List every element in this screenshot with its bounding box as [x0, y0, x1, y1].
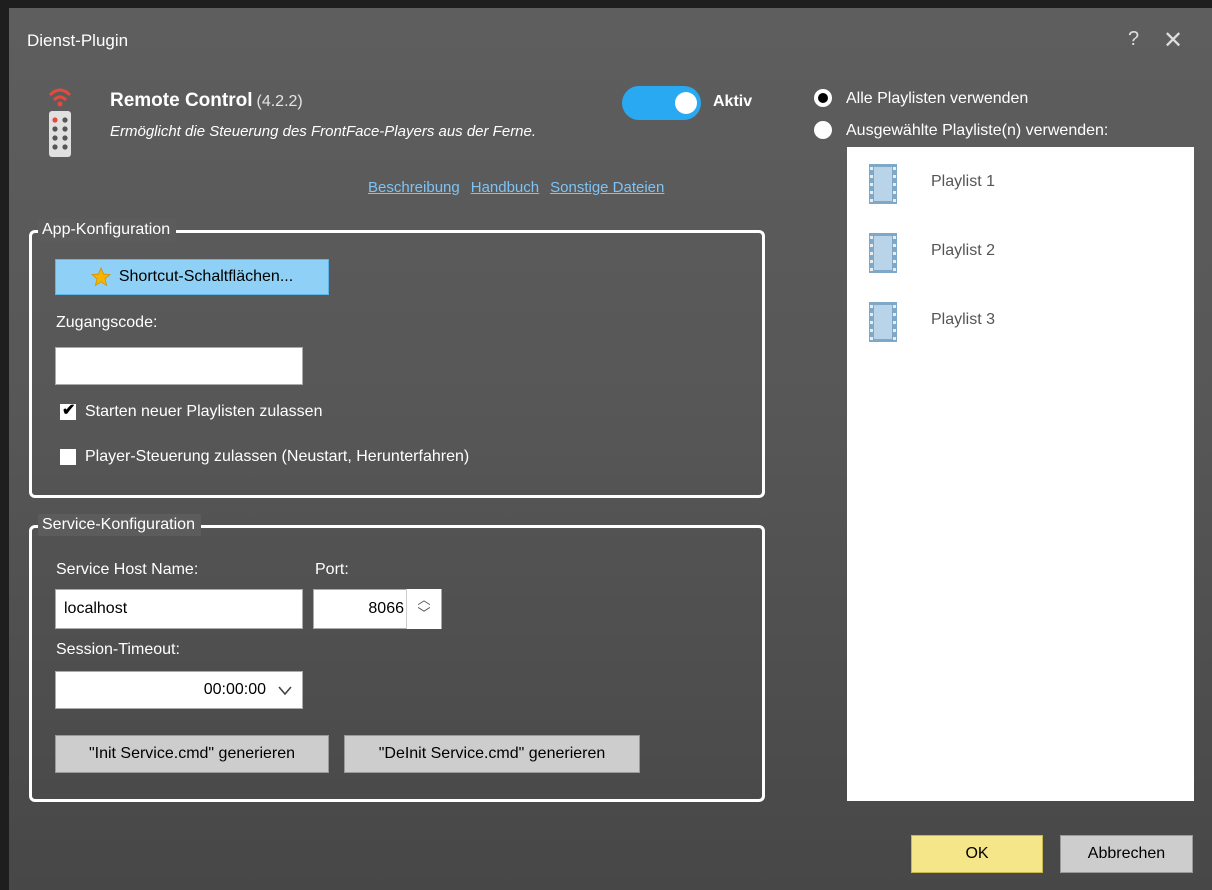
- generate-init-label: "Init Service.cmd" generieren: [88, 745, 296, 762]
- allow-new-playlists-label: Starten neuer Playlisten zulassen: [85, 403, 323, 420]
- selected-playlists-label: Ausgewählte Playliste(n) verwenden:: [846, 122, 1109, 139]
- service-host-input[interactable]: [55, 589, 303, 629]
- remote-control-icon: [48, 88, 72, 157]
- playlist-label: Playlist 2: [931, 242, 996, 259]
- radio-selected-dot: [818, 93, 828, 103]
- toggle-knob: [675, 92, 697, 114]
- cancel-button[interactable]: Abbrechen: [1060, 835, 1193, 873]
- port-label: Port:: [315, 561, 349, 578]
- chevron-up-icon[interactable]: ︿: [407, 589, 441, 607]
- allow-player-control-checkbox[interactable]: [60, 449, 76, 465]
- plugin-name-text: Remote Control: [110, 90, 253, 111]
- help-button[interactable]: ?: [1128, 28, 1139, 51]
- port-stepper[interactable]: ︿ ﹀: [406, 589, 441, 629]
- access-code-label: Zugangscode:: [56, 314, 158, 331]
- checkmark-icon: ✔: [62, 402, 76, 419]
- film-strip-icon: [869, 164, 897, 204]
- playlist-list[interactable]: Playlist 1 Playlist 2 Playlist 3: [847, 147, 1194, 801]
- chevron-down-icon[interactable]: ﹀: [407, 607, 441, 625]
- session-timeout-value: 00:00:00: [203, 681, 266, 698]
- cancel-label: Abbrechen: [1087, 845, 1166, 862]
- app-config-legend: App-Konfiguration: [38, 219, 177, 241]
- playlist-label: Playlist 1: [931, 173, 996, 190]
- shortcut-buttons-label: Shortcut-Schaltflächen...: [118, 268, 294, 285]
- chevron-down-icon: [278, 686, 292, 696]
- port-value: 8066: [368, 600, 404, 617]
- plugin-name: Remote Control (4.2.2): [110, 90, 303, 112]
- active-toggle[interactable]: [622, 86, 701, 120]
- plugin-version: (4.2.2): [256, 93, 303, 110]
- service-config-legend: Service-Konfiguration: [38, 514, 201, 536]
- session-timeout-select[interactable]: 00:00:00: [55, 671, 303, 709]
- active-toggle-label: Aktiv: [713, 93, 753, 110]
- link-description[interactable]: Beschreibung: [368, 179, 460, 196]
- link-manual[interactable]: Handbuch: [471, 179, 539, 196]
- access-code-input[interactable]: [55, 347, 303, 385]
- allow-player-control-label: Player-Steuerung zulassen (Neustart, Her…: [85, 448, 470, 465]
- plugin-description: Ermöglicht die Steuerung des FrontFace-P…: [110, 123, 537, 140]
- service-host-label: Service Host Name:: [56, 561, 199, 578]
- plugin-dialog: Dienst-Plugin ? ✕ Remote Control (4.2.2) …: [9, 8, 1212, 890]
- ok-label: OK: [965, 845, 989, 862]
- list-item[interactable]: Playlist 1: [869, 164, 1169, 204]
- session-timeout-label: Session-Timeout:: [56, 641, 180, 658]
- generate-init-button[interactable]: "Init Service.cmd" generieren: [55, 735, 329, 773]
- star-icon: [90, 267, 111, 287]
- plugin-links: Beschreibung Handbuch Sonstige Dateien: [368, 179, 675, 196]
- allow-new-playlists-checkbox[interactable]: ✔: [60, 402, 76, 420]
- all-playlists-label: Alle Playlisten verwenden: [846, 90, 1029, 107]
- selected-playlists-radio[interactable]: [814, 121, 832, 139]
- all-playlists-radio[interactable]: [814, 89, 832, 107]
- list-item[interactable]: Playlist 3: [869, 302, 1169, 342]
- film-strip-icon: [869, 302, 897, 342]
- list-item[interactable]: Playlist 2: [869, 233, 1169, 273]
- shortcut-buttons-button[interactable]: Shortcut-Schaltflächen...: [55, 259, 329, 295]
- playlist-label: Playlist 3: [931, 311, 996, 328]
- film-strip-icon: [869, 233, 897, 273]
- generate-deinit-button[interactable]: "DeInit Service.cmd" generieren: [344, 735, 640, 773]
- title-bar: Dienst-Plugin ? ✕: [9, 8, 1212, 76]
- ok-button[interactable]: OK: [911, 835, 1043, 873]
- window-title: Dienst-Plugin: [27, 31, 129, 50]
- generate-deinit-label: "DeInit Service.cmd" generieren: [378, 745, 606, 762]
- link-other-files[interactable]: Sonstige Dateien: [550, 179, 664, 196]
- close-button[interactable]: ✕: [1163, 26, 1183, 55]
